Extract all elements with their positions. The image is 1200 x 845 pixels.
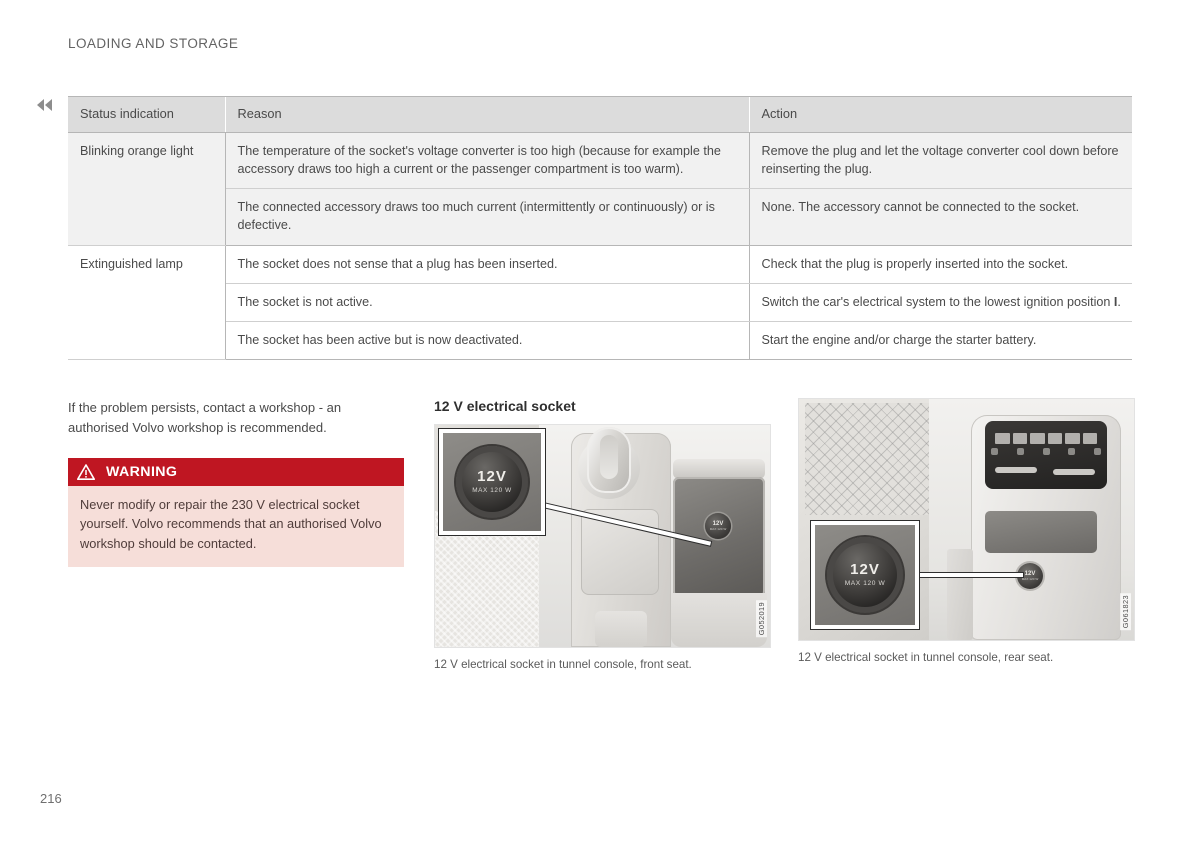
column-header-reason: Reason — [224, 96, 749, 133]
callout-inset-front: 12V MAX 120 W — [439, 429, 545, 535]
display-segment — [995, 433, 1010, 444]
socket-scene-max-front: MAX 120 W — [709, 526, 727, 531]
rear-console-leg-shape — [947, 549, 973, 640]
reason-cell: The connected accessory draws too much c… — [225, 188, 750, 246]
climate-icon — [991, 448, 998, 455]
gear-shifter-shape — [587, 427, 631, 493]
action-cell: Check that the plug is properly inserted… — [749, 245, 1132, 284]
socket-in-scene-front: 12V MAX 120 W — [705, 513, 731, 539]
rear-air-vent-left — [995, 467, 1037, 473]
display-segment — [1047, 433, 1062, 444]
body-paragraph: If the problem persists, contact a works… — [68, 400, 342, 436]
figure-rear-seat: 12V MAX 120 W 12V MAX 120 W G061823 12 V… — [798, 398, 1135, 666]
climate-icon — [1068, 448, 1076, 455]
reason-cell: The socket is not active. — [225, 283, 750, 323]
climate-icon — [1042, 448, 1050, 455]
seat-back-mesh-pocket-shape — [805, 403, 935, 515]
action-cell: Remove the plug and let the voltage conv… — [749, 132, 1132, 190]
rear-air-vent-right — [1053, 469, 1095, 475]
callout-inset-rear: 12V MAX 120 W — [811, 521, 919, 629]
socket-max-label-front: MAX 120 W — [472, 487, 512, 495]
caption-rear-seat: 12 V electrical socket in tunnel console… — [798, 651, 1054, 664]
warning-header: WARNING — [68, 458, 404, 487]
running-header: LOADING AND STORAGE — [68, 36, 239, 51]
display-segment — [1082, 433, 1097, 444]
action-text-suffix: . — [1117, 294, 1121, 309]
action-text-prefix: Switch the car's electrical system to th… — [761, 294, 1114, 309]
console-box-lid-shape — [673, 459, 765, 479]
climate-icon — [1016, 448, 1024, 455]
status-table-wrapper: Status indication Reason Action Blinking… — [68, 96, 1132, 361]
table-row: Blinking orange light The temperature of… — [68, 132, 1132, 246]
callout-leader-line-rear — [917, 573, 1023, 577]
column-header-action: Action — [748, 96, 1132, 133]
action-cell: Switch the car's electrical system to th… — [749, 283, 1132, 323]
warning-triangle-icon — [77, 464, 95, 481]
console-control-buttons-shape — [595, 611, 647, 647]
rear-climate-icon-row — [991, 447, 1101, 456]
climate-icon — [1094, 448, 1101, 455]
chevron-left-icon-1 — [36, 99, 44, 111]
section-title-12v-socket: 12 V electrical socket — [434, 398, 576, 414]
socket-volts-label-front: 12V — [477, 468, 507, 486]
display-segment — [1030, 433, 1045, 444]
action-cell: None. The accessory cannot be connected … — [749, 188, 1132, 246]
display-segment — [1065, 433, 1080, 444]
page-number: 216 — [40, 791, 62, 806]
table-header-row: Status indication Reason Action — [68, 96, 1132, 133]
socket-volts-label-rear: 12V — [850, 561, 880, 579]
table-row: The socket has been active but is now de… — [68, 321, 1132, 361]
photo-front-tunnel-console: 12V MAX 120 W 12V MAX 120 W G052019 — [434, 424, 771, 648]
reason-cell: The socket does not sense that a plug ha… — [225, 245, 750, 284]
warning-title: WARNING — [106, 464, 178, 481]
photo-rear-tunnel-console: 12V MAX 120 W 12V MAX 120 W G061823 — [798, 398, 1135, 641]
status-cell: Extinguished lamp — [68, 245, 226, 361]
socket-max-label-rear: MAX 120 W — [844, 580, 886, 588]
column-header-status: Status indication — [68, 96, 225, 133]
reason-cell: The temperature of the socket's voltage … — [225, 132, 750, 190]
table-row: The connected accessory draws too much c… — [68, 188, 1132, 246]
console-box-lower-shape — [671, 593, 767, 647]
warning-text: Never modify or repair the 230 V electri… — [80, 497, 382, 551]
image-code-rear: G061823 — [1120, 592, 1131, 630]
table-row: The socket is not active. Switch the car… — [68, 283, 1132, 323]
callout-inner-front: 12V MAX 120 W — [443, 433, 541, 531]
reason-cell: The socket has been active but is now de… — [225, 321, 750, 361]
table-row: Extinguished lamp The socket does not se… — [68, 245, 1132, 361]
chevron-left-icon-2 — [44, 99, 52, 111]
rear-console-compartment-shape — [985, 511, 1097, 553]
status-indication-table: Status indication Reason Action Blinking… — [68, 96, 1132, 361]
rear-climate-display-segments — [995, 433, 1097, 444]
socket-closeup-rear: 12V MAX 120 W — [827, 537, 903, 613]
image-code-front: G052019 — [756, 599, 767, 637]
display-segment — [1012, 433, 1027, 444]
left-content-column: If the problem persists, contact a works… — [68, 398, 404, 567]
status-cell: Blinking orange light — [68, 132, 226, 246]
double-chevron-left-icon[interactable] — [32, 96, 56, 114]
action-cell: Start the engine and/or charge the start… — [749, 321, 1132, 361]
caption-front-seat: 12 V electrical socket in tunnel console… — [434, 658, 692, 671]
warning-box: WARNING Never modify or repair the 230 V… — [68, 458, 404, 567]
socket-closeup-front: 12V MAX 120 W — [456, 446, 528, 518]
figure-front-seat: 12 V electrical socket 12V MAX 120 W 12V… — [434, 398, 771, 673]
callout-inner-rear: 12V MAX 120 W — [815, 525, 915, 625]
socket-scene-max-rear: MAX 120 W — [1021, 576, 1039, 581]
